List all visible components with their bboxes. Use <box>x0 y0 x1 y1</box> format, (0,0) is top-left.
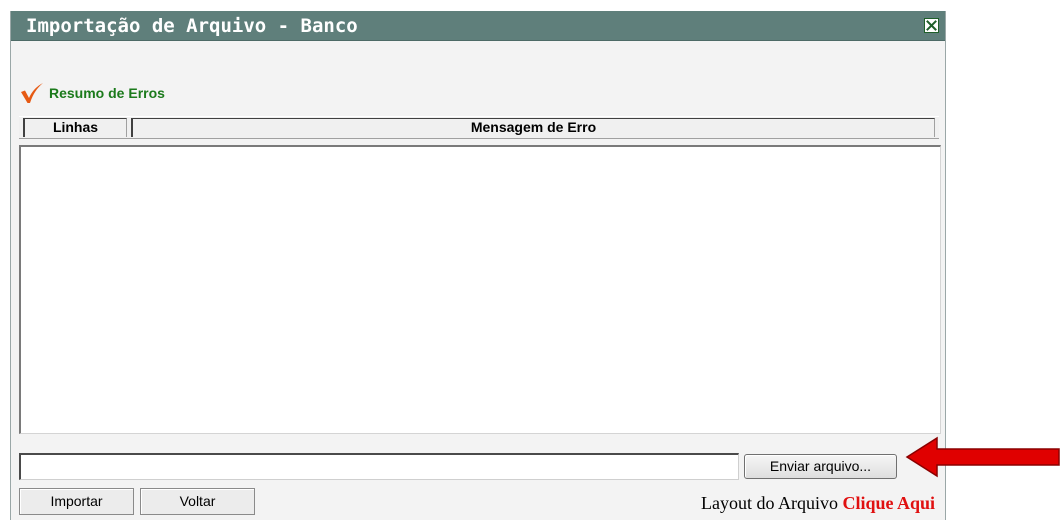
error-summary-heading: Resumo de Erros <box>19 81 165 105</box>
error-list[interactable] <box>19 145 941 434</box>
dialog-title: Importação de Arquivo - Banco <box>26 15 358 37</box>
import-dialog: Importação de Arquivo - Banco Resumo de … <box>10 11 946 520</box>
dialog-titlebar: Importação de Arquivo - Banco <box>11 11 945 41</box>
file-layout-label: Layout do Arquivo <box>700 493 838 513</box>
column-header-error-message[interactable]: Mensagem de Erro <box>131 118 935 137</box>
error-summary-title: Resumo de Erros <box>49 85 165 101</box>
import-button[interactable]: Importar <box>19 488 134 515</box>
browse-file-button[interactable]: Enviar arquivo... <box>744 454 897 479</box>
column-header-lines[interactable]: Linhas <box>23 118 127 137</box>
close-x-icon <box>926 20 937 31</box>
error-table-header: Linhas Mensagem de Erro <box>19 116 939 139</box>
file-layout-info: Layout do Arquivo Clique Aqui <box>701 492 935 514</box>
back-button[interactable]: Voltar <box>140 488 255 515</box>
close-button[interactable] <box>924 18 939 33</box>
arrow-left-icon <box>905 436 1060 478</box>
file-path-input[interactable] <box>19 453 739 480</box>
click-here-link[interactable]: Clique Aqui <box>842 493 935 513</box>
checkmark-icon <box>21 83 43 103</box>
